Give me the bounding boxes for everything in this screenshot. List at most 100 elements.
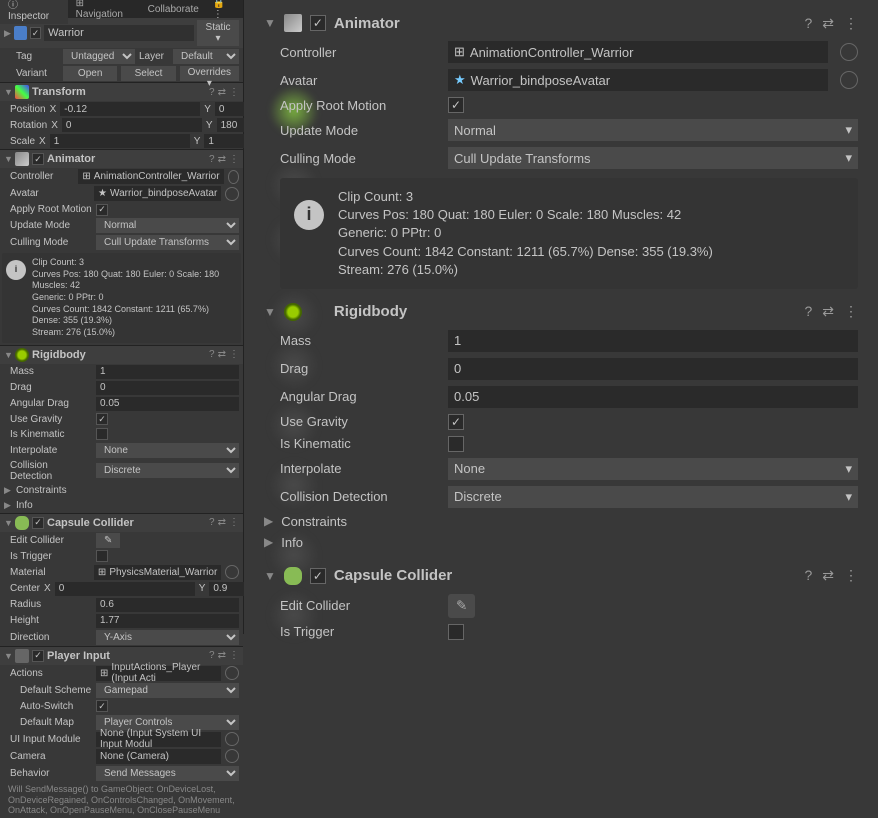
edit-collider-button[interactable]: ✎ <box>448 594 475 618</box>
obj-picker-icon[interactable] <box>225 187 239 201</box>
scheme-sm[interactable]: Gamepad <box>96 683 239 698</box>
camera-sm[interactable]: None (Camera) <box>96 749 221 764</box>
tag-label: Tag <box>4 51 59 62</box>
layer-dropdown[interactable]: Default <box>173 49 239 64</box>
kinematic-sm[interactable] <box>96 428 108 440</box>
obj-picker-icon[interactable] <box>840 43 858 61</box>
capsule-header-sm[interactable]: ▼ Capsule Collider ?⇄⋮ <box>0 513 243 532</box>
preset-icon[interactable]: ⇄ <box>822 303 834 320</box>
is-trigger-checkbox[interactable] <box>448 624 464 640</box>
colldet-sm[interactable]: Discrete <box>96 463 239 478</box>
obj-picker-icon[interactable] <box>225 732 239 746</box>
angular-drag-input[interactable] <box>448 386 858 408</box>
interpolate-dropdown[interactable]: None▾ <box>448 458 858 480</box>
capsule-icon <box>15 516 29 530</box>
root-motion-checkbox[interactable] <box>448 97 464 113</box>
obj-picker-icon[interactable] <box>228 170 239 184</box>
radius-sm[interactable] <box>96 598 239 612</box>
controller-field-sm[interactable]: ⊞AnimationController_Warrior <box>78 169 223 184</box>
collision-detection-dropdown[interactable]: Discrete▾ <box>448 486 858 508</box>
help-icon[interactable]: ? <box>804 15 812 32</box>
info-foldout[interactable]: ▶Info <box>264 532 858 553</box>
is-kinematic-checkbox[interactable] <box>448 436 464 452</box>
drag-input[interactable] <box>448 358 858 380</box>
mass-sm[interactable] <box>96 365 239 379</box>
prefab-icon <box>14 26 27 40</box>
rot-x[interactable] <box>62 118 202 132</box>
animator-info-sm: i Clip Count: 3Curves Pos: 180 Quat: 180… <box>2 253 241 343</box>
static-dropdown[interactable]: Static ▾ <box>197 20 239 46</box>
menu-icon[interactable]: ⋮ <box>229 87 239 98</box>
obj-picker-icon[interactable] <box>225 666 239 680</box>
gameobject-name-input[interactable] <box>44 25 194 41</box>
edit-collider-btn-sm[interactable]: ✎ <box>96 533 120 548</box>
rigidbody-icon <box>15 348 29 362</box>
obj-picker-icon[interactable] <box>840 71 858 89</box>
tab-navigation[interactable]: ⊞ Navigation <box>68 0 140 22</box>
menu-icon[interactable]: ⋮ <box>844 15 858 32</box>
animator-enabled[interactable] <box>32 153 44 165</box>
direction-sm[interactable]: Y-Axis <box>96 630 239 645</box>
rigidbody-header[interactable]: ▼ Rigidbody ?⇄⋮ <box>264 297 858 327</box>
animator-enabled[interactable] <box>310 15 326 31</box>
preset-icon[interactable]: ⇄ <box>822 15 834 32</box>
culling-mode-dropdown[interactable]: Cull Update Transforms▾ <box>448 147 858 169</box>
capsule-enabled[interactable] <box>310 568 326 584</box>
tab-collaborate[interactable]: Collaborate <box>140 2 207 17</box>
chevron-down-icon: ▾ <box>845 489 852 505</box>
preset-icon[interactable]: ⇄ <box>822 567 834 584</box>
adrag-sm[interactable] <box>96 397 239 411</box>
actions-sm[interactable]: ⊞InputActions_Player (Input Acti <box>96 666 221 681</box>
tag-dropdown[interactable]: Untagged <box>63 49 135 64</box>
avatar-field[interactable]: ★Warrior_bindposeAvatar <box>448 69 828 91</box>
update-mode-dropdown[interactable]: Normal▾ <box>448 119 858 141</box>
constraints-foldout[interactable]: ▶Constraints <box>264 511 858 532</box>
menu-icon[interactable]: ⋮ <box>844 567 858 584</box>
rigidbody-header-sm[interactable]: ▼ Rigidbody ?⇄⋮ <box>0 345 243 364</box>
uimodule-sm[interactable]: None (Input System UI Input Modul <box>96 732 221 747</box>
foldout-icon[interactable]: ▶ <box>4 28 11 39</box>
active-checkbox[interactable] <box>30 27 41 39</box>
capsule-enabled-sm[interactable] <box>32 517 44 529</box>
overrides-dropdown[interactable]: Overrides ▾ <box>180 66 239 81</box>
capsule-header[interactable]: ▼ Capsule Collider ?⇄⋮ <box>264 561 858 591</box>
physmat-sm[interactable]: ⊞PhysicsMaterial_Warrior <box>94 565 221 580</box>
root-motion-sm[interactable] <box>96 204 108 216</box>
gravity-sm[interactable] <box>96 413 108 425</box>
obj-picker-icon[interactable] <box>225 749 239 763</box>
pos-x[interactable] <box>60 102 200 116</box>
avatar-type-icon: ★ <box>454 72 466 88</box>
animator-info-box: i Clip Count: 3Curves Pos: 180 Quat: 180… <box>280 178 858 289</box>
tab-inspector[interactable]: ⓘ Inspector <box>0 0 68 24</box>
culling-mode-sm[interactable]: Cull Update Transforms <box>96 235 239 250</box>
obj-picker-icon[interactable] <box>225 565 239 579</box>
select-button[interactable]: Select <box>121 66 175 81</box>
trigger-sm[interactable] <box>96 550 108 562</box>
menu-icon[interactable]: ⋮ <box>844 303 858 320</box>
help-icon[interactable]: ? <box>804 303 812 320</box>
foldout-icon: ▼ <box>264 569 276 583</box>
preset-icon[interactable]: ⇄ <box>218 87 226 98</box>
height-sm[interactable] <box>96 614 239 628</box>
info-icon: i <box>6 260 26 280</box>
open-button[interactable]: Open <box>63 66 117 81</box>
animator-icon <box>284 14 302 32</box>
avatar-field-sm[interactable]: ★Warrior_bindposeAvatar <box>94 186 221 201</box>
help-icon[interactable]: ? <box>804 567 812 584</box>
autoswitch-sm[interactable] <box>96 700 108 712</box>
controller-field[interactable]: ⊞AnimationController_Warrior <box>448 41 828 63</box>
center-x[interactable] <box>55 582 195 596</box>
playerinput-enabled-sm[interactable] <box>32 650 44 662</box>
animator-header[interactable]: ▼ Animator ?⇄⋮ <box>264 8 858 38</box>
interp-sm[interactable]: None <box>96 443 239 458</box>
use-gravity-checkbox[interactable] <box>448 414 464 430</box>
update-mode-sm[interactable]: Normal <box>96 218 239 233</box>
help-icon[interactable]: ? <box>209 87 215 98</box>
mass-input[interactable] <box>448 330 858 352</box>
drag-sm[interactable] <box>96 381 239 395</box>
lock-icon[interactable]: 🔒 ⋮ <box>207 0 243 22</box>
variant-label: Variant <box>4 68 59 79</box>
animator-header-sm[interactable]: ▼ Animator ?⇄⋮ <box>0 149 243 168</box>
scale-x[interactable] <box>50 134 190 148</box>
behavior-sm[interactable]: Send Messages <box>96 766 239 781</box>
